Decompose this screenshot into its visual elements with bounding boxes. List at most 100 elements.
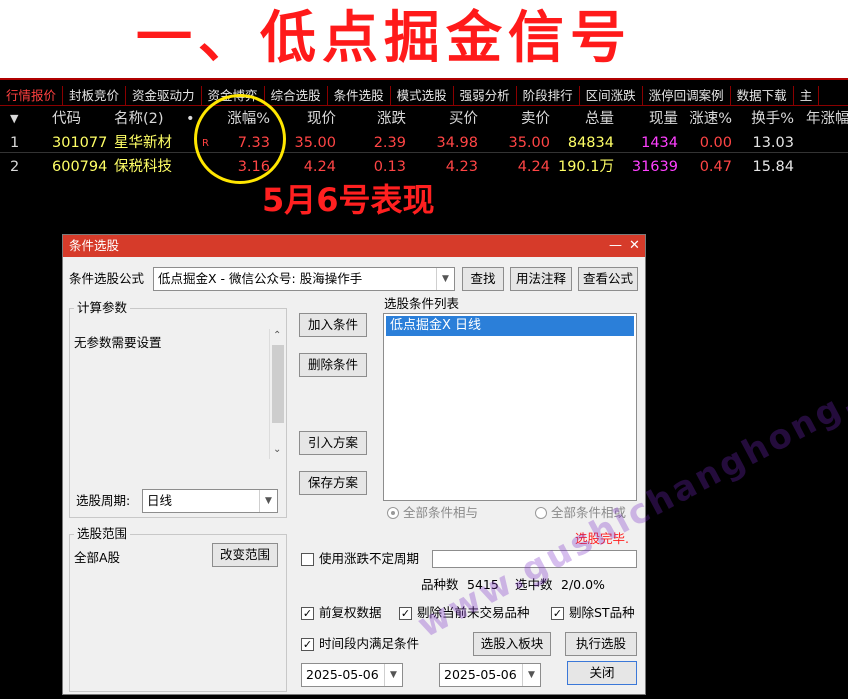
usage-notes-button[interactable]: 用法注释	[510, 267, 572, 291]
col-speed[interactable]: 涨速%	[686, 108, 732, 130]
irregular-period-checkbox[interactable]	[301, 553, 314, 566]
row-ask: 4.24	[517, 159, 550, 175]
untraded-label[interactable]: 剔除当前未交易品种	[417, 604, 530, 622]
list-item[interactable]: 低点掘金X 日线	[386, 316, 634, 336]
row-name: 星华新材	[114, 135, 172, 151]
period-match-label[interactable]: 时间段内满足条件	[319, 635, 419, 653]
scroll-thumb[interactable]	[272, 345, 284, 423]
import-scheme-button[interactable]: 引入方案	[299, 431, 367, 455]
tab-auction[interactable]: 封板竞价	[63, 86, 127, 106]
period-select[interactable]: 日线 ▼	[142, 489, 278, 513]
chevron-down-icon[interactable]: ▼	[259, 490, 277, 512]
headline-text: 一、低点掘金信号	[136, 6, 632, 71]
delete-condition-button[interactable]: 删除条件	[299, 353, 367, 377]
tab-main[interactable]: 主	[794, 86, 820, 106]
col-ask[interactable]: 卖价	[494, 108, 550, 130]
run-pick-button[interactable]: 执行选股	[565, 632, 637, 656]
radio-and[interactable]	[387, 507, 399, 519]
date-to-field[interactable]: 2025-05-06 ▼	[439, 663, 541, 687]
chevron-down-icon[interactable]: ▼	[436, 268, 454, 290]
table-row[interactable]: 2 600794 保税科技 3.16 4.24 0.13 4.23 4.24 1…	[0, 156, 848, 178]
row-speed: 0.47	[699, 159, 732, 175]
row-index: 2	[10, 159, 20, 175]
annotation-text: 5月6号表现	[262, 181, 435, 219]
tab-condition-pick[interactable]: 条件选股	[328, 86, 391, 106]
dialog-title: 条件选股	[63, 235, 645, 257]
formula-label: 条件选股公式	[69, 271, 145, 286]
col-bid[interactable]: 买价	[422, 108, 478, 130]
st-label[interactable]: 剔除ST品种	[569, 604, 635, 622]
row-updown: 0.13	[373, 159, 406, 175]
chevron-down-icon[interactable]: ▼	[522, 664, 540, 686]
radio-and-label[interactable]: 全部条件相与	[403, 504, 478, 522]
st-checkbox[interactable]: ✓	[551, 607, 564, 620]
date-from-value: 2025-05-06	[306, 667, 379, 682]
save-scheme-button[interactable]: 保存方案	[299, 471, 367, 495]
fq-checkbox[interactable]: ✓	[301, 607, 314, 620]
col-current-vol[interactable]: 现量	[620, 108, 678, 130]
tab-range-change[interactable]: 区间涨跌	[580, 86, 643, 106]
add-to-block-button[interactable]: 选股入板块	[473, 632, 551, 656]
condition-pick-dialog: 条件选股 — ✕ 条件选股公式 低点掘金X - 微信公众号: 股海操作手 ▼ 查…	[62, 234, 646, 695]
untraded-checkbox[interactable]: ✓	[399, 607, 412, 620]
scroll-up-icon[interactable]: ⌃	[273, 327, 281, 345]
col-price[interactable]: 现价	[280, 108, 336, 130]
col-turnover[interactable]: 换手%	[744, 108, 794, 130]
radio-or[interactable]	[535, 507, 547, 519]
row-price: 35.00	[294, 135, 336, 151]
tab-stage-rank[interactable]: 阶段排行	[517, 86, 580, 106]
add-condition-button[interactable]: 加入条件	[299, 313, 367, 337]
selected-label: 选中数	[515, 577, 553, 592]
params-scrollbar[interactable]: ⌃ ⌄	[269, 329, 285, 459]
function-tab-bar: 行情报价 封板竞价 资金驱动力 资金博弈 综合选股 条件选股 模式选股 强弱分析…	[0, 86, 848, 106]
row-volume: 190.1万	[557, 159, 614, 175]
minimize-icon[interactable]: —	[609, 235, 622, 257]
tab-capital-drive[interactable]: 资金驱动力	[126, 86, 202, 106]
row-index: 1	[10, 135, 20, 151]
table-row[interactable]: 1 301077 星华新材 R 7.33 35.00 2.39 34.98 35…	[0, 132, 848, 154]
close-icon[interactable]: ✕	[629, 235, 640, 257]
count-label: 品种数	[421, 577, 459, 592]
row-current-vol: 31639	[631, 159, 678, 175]
change-scope-button[interactable]: 改变范围	[212, 543, 278, 567]
col-volume[interactable]: 总量	[556, 108, 614, 130]
period-match-checkbox[interactable]: ✓	[301, 638, 314, 651]
tab-comprehensive-pick[interactable]: 综合选股	[265, 86, 328, 106]
view-formula-button[interactable]: 查看公式	[578, 267, 638, 291]
row-speed: 0.00	[699, 135, 732, 151]
irregular-period-label[interactable]: 使用涨跌不定周期	[319, 550, 419, 568]
cond-list-title: 选股条件列表	[384, 296, 460, 311]
sort-arrow-icon[interactable]: ▼	[10, 108, 30, 130]
period-label: 选股周期:	[76, 493, 131, 508]
irregular-period-field[interactable]	[432, 550, 637, 568]
row-updown: 2.39	[373, 135, 406, 151]
row-code: 600794	[52, 159, 108, 175]
radio-or-label[interactable]: 全部条件相或	[551, 504, 626, 522]
condition-list[interactable]: 低点掘金X 日线	[383, 313, 637, 501]
tab-pattern-pick[interactable]: 模式选股	[391, 86, 454, 106]
row-bid: 34.98	[436, 135, 478, 151]
formula-select[interactable]: 低点掘金X - 微信公众号: 股海操作手 ▼	[153, 267, 455, 291]
scope-title: 选股范围	[74, 526, 131, 542]
row-turnover: 15.84	[752, 159, 794, 175]
close-button[interactable]: 关闭	[567, 661, 637, 685]
scroll-down-icon[interactable]: ⌄	[273, 441, 281, 459]
selected-value: 2/0.0%	[561, 577, 605, 592]
col-code[interactable]: 代码	[52, 108, 108, 130]
date-from-field[interactable]: 2025-05-06 ▼	[301, 663, 403, 687]
chevron-down-icon[interactable]: ▼	[384, 664, 402, 686]
row-divider	[0, 152, 848, 153]
row-turnover: 13.03	[752, 135, 794, 151]
fq-label[interactable]: 前复权数据	[319, 604, 382, 622]
row-ask: 35.00	[508, 135, 550, 151]
tab-strength[interactable]: 强弱分析	[454, 86, 517, 106]
col-updown[interactable]: 涨跌	[350, 108, 406, 130]
tab-data-download[interactable]: 数据下载	[731, 86, 794, 106]
calc-params-title: 计算参数	[74, 300, 131, 316]
find-button[interactable]: 查找	[462, 267, 504, 291]
row-code: 301077	[52, 135, 108, 151]
tab-quotes[interactable]: 行情报价	[0, 86, 64, 106]
col-year-change[interactable]: 年涨幅	[806, 108, 848, 130]
tab-limit-cases[interactable]: 涨停回调案例	[643, 86, 731, 106]
row-bid: 4.23	[445, 159, 478, 175]
